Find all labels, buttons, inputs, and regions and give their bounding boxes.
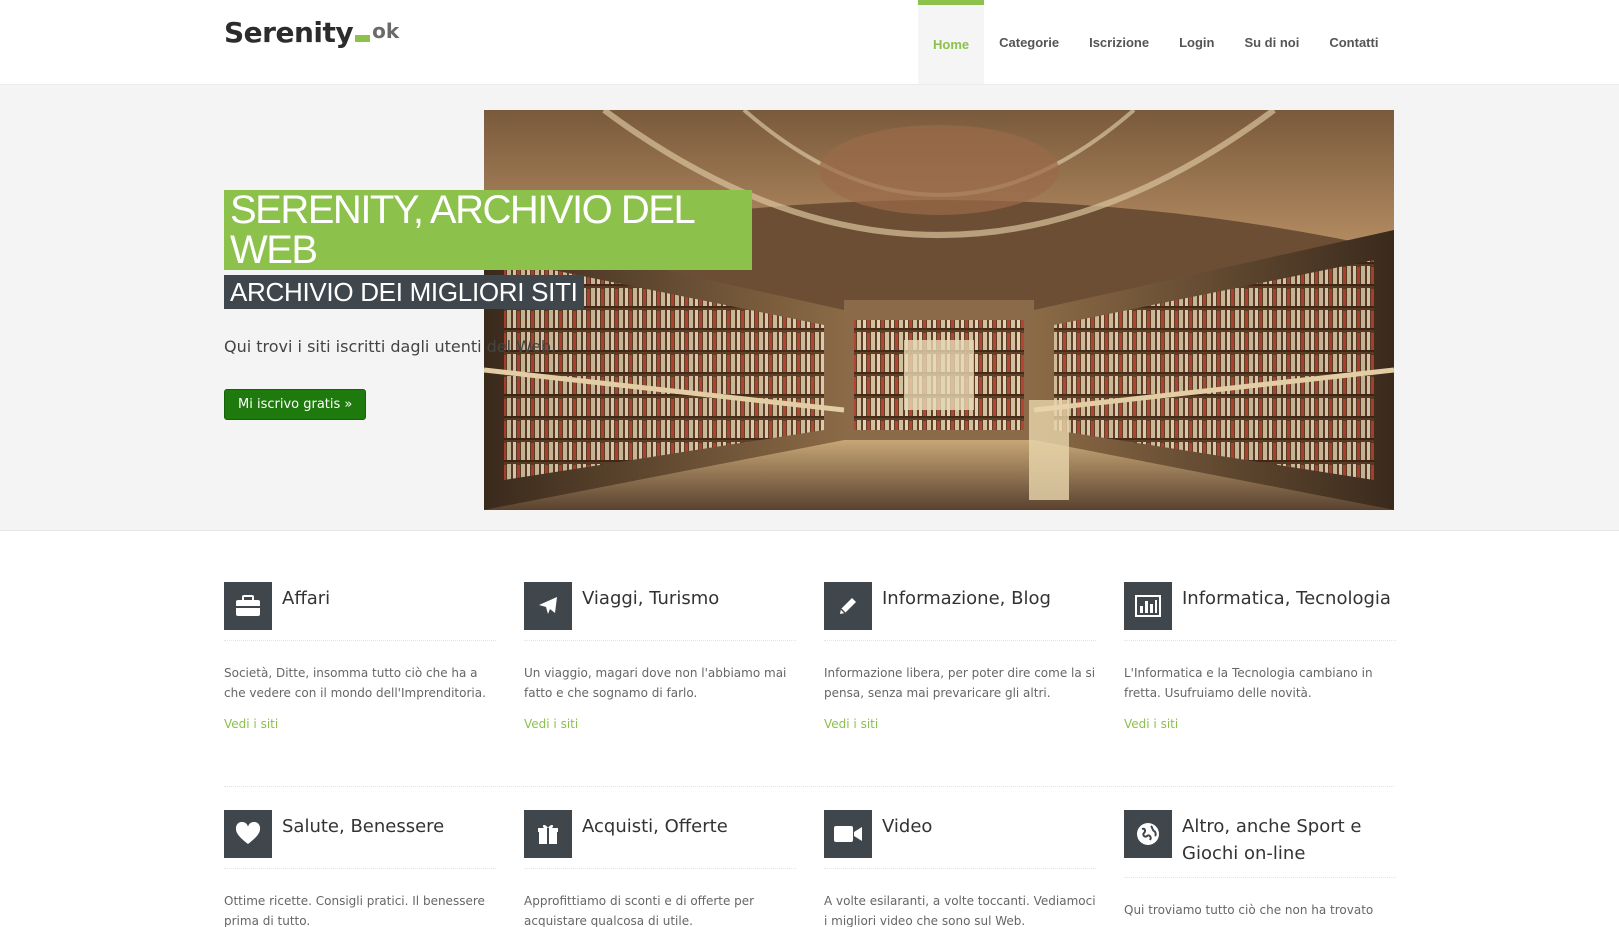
feature-link[interactable]: Vedi i siti	[824, 717, 1096, 731]
feature-link[interactable]: Vedi i siti	[1124, 717, 1396, 731]
feature-link[interactable]: Vedi i siti	[224, 717, 496, 731]
nav-iscrizione[interactable]: Iscrizione	[1074, 0, 1164, 84]
feature-header: Viaggi, Turismo	[524, 582, 796, 641]
video-camera-icon	[824, 810, 872, 858]
feature-affari: Affari Società, Ditte, insomma tutto ciò…	[224, 582, 496, 731]
feature-title: Affari	[282, 588, 331, 609]
hero-subtitle: ARCHIVIO DEI MIGLIORI SITI	[224, 275, 584, 309]
feature-link[interactable]: Vedi i siti	[524, 717, 796, 731]
feature-description: Informazione libera, per poter dire come…	[824, 666, 1096, 700]
feature-description: Ottime ricette. Consigli pratici. Il ben…	[224, 894, 485, 927]
feature-header: Acquisti, Offerte	[524, 810, 796, 869]
hero-image	[484, 110, 1394, 510]
feature-header: Informatica, Tecnologia	[1124, 582, 1396, 641]
feature-header: Affari	[224, 582, 496, 641]
logo[interactable]: Serenity ok	[224, 18, 399, 48]
feature-title: Viaggi, Turismo	[582, 588, 720, 609]
airplane-icon	[524, 582, 572, 630]
feature-description: Approfittiamo di sconti e di offerte per…	[524, 894, 755, 927]
feature-viaggi: Viaggi, Turismo Un viaggio, magari dove …	[524, 582, 796, 731]
feature-description: Un viaggio, magari dove non l'abbiamo ma…	[524, 666, 787, 700]
feature-description: Società, Ditte, insomma tutto ciò che ha…	[224, 666, 486, 700]
feature-altro: Altro, anche Sport e Giochi on-line Qui …	[1124, 810, 1396, 920]
nav-contatti[interactable]: Contatti	[1314, 0, 1393, 84]
nav-categorie[interactable]: Categorie	[984, 0, 1074, 84]
feature-header: Salute, Benessere	[224, 810, 496, 869]
bar-chart-icon	[1124, 582, 1172, 630]
feature-title: Acquisti, Offerte	[582, 816, 728, 837]
feature-description: L'Informatica e la Tecnologia cambiano i…	[1124, 666, 1373, 700]
feature-header: Video	[824, 810, 1096, 869]
library-illustration	[484, 110, 1394, 510]
feature-salute: Salute, Benessere Ottime ricette. Consig…	[224, 810, 496, 927]
row-divider	[224, 786, 1394, 787]
feature-title: Video	[882, 816, 933, 837]
logo-suffix: ok	[372, 19, 400, 43]
heart-icon	[224, 810, 272, 858]
nav-home[interactable]: Home	[918, 0, 985, 84]
feature-title: Informatica, Tecnologia	[1182, 588, 1391, 609]
briefcase-icon	[224, 582, 272, 630]
feature-acquisti: Acquisti, Offerte Approfittiamo di scont…	[524, 810, 796, 927]
feature-header: Informazione, Blog	[824, 582, 1096, 641]
hero-section: SERENITY, ARCHIVIO DEL WEB ARCHIVIO DEI …	[0, 85, 1619, 531]
feature-informatica: Informatica, Tecnologia L'Informatica e …	[1124, 582, 1396, 731]
feature-title: Salute, Benessere	[282, 816, 445, 837]
site-header: Serenity ok Home Categorie Iscrizione Lo…	[0, 0, 1619, 85]
feature-description: Qui troviamo tutto ciò che non ha trovat…	[1124, 903, 1374, 917]
feature-header: Altro, anche Sport e Giochi on-line	[1124, 810, 1396, 878]
nav-login[interactable]: Login	[1164, 0, 1229, 84]
logo-main: Serenity	[224, 16, 354, 49]
hero-title: SERENITY, ARCHIVIO DEL WEB	[224, 190, 752, 270]
logo-dash	[355, 35, 371, 42]
feature-description: A volte esilaranti, a volte toccanti. Ve…	[824, 894, 1096, 927]
nav-su-di-noi[interactable]: Su di noi	[1229, 0, 1314, 84]
main-nav: Home Categorie Iscrizione Login Su di no…	[918, 0, 1393, 84]
feature-video: Video A volte esilaranti, a volte toccan…	[824, 810, 1096, 927]
feature-title: Informazione, Blog	[882, 588, 1051, 609]
globe-icon	[1124, 810, 1172, 858]
feature-informazione: Informazione, Blog Informazione libera, …	[824, 582, 1096, 731]
hero-text: Qui trovi i siti iscritti dagli utenti d…	[224, 337, 557, 356]
signup-button[interactable]: Mi iscrivo gratis »	[224, 389, 367, 420]
gift-icon	[524, 810, 572, 858]
feature-title: Altro, anche Sport e Giochi on-line	[1182, 816, 1362, 864]
pencil-icon	[824, 582, 872, 630]
